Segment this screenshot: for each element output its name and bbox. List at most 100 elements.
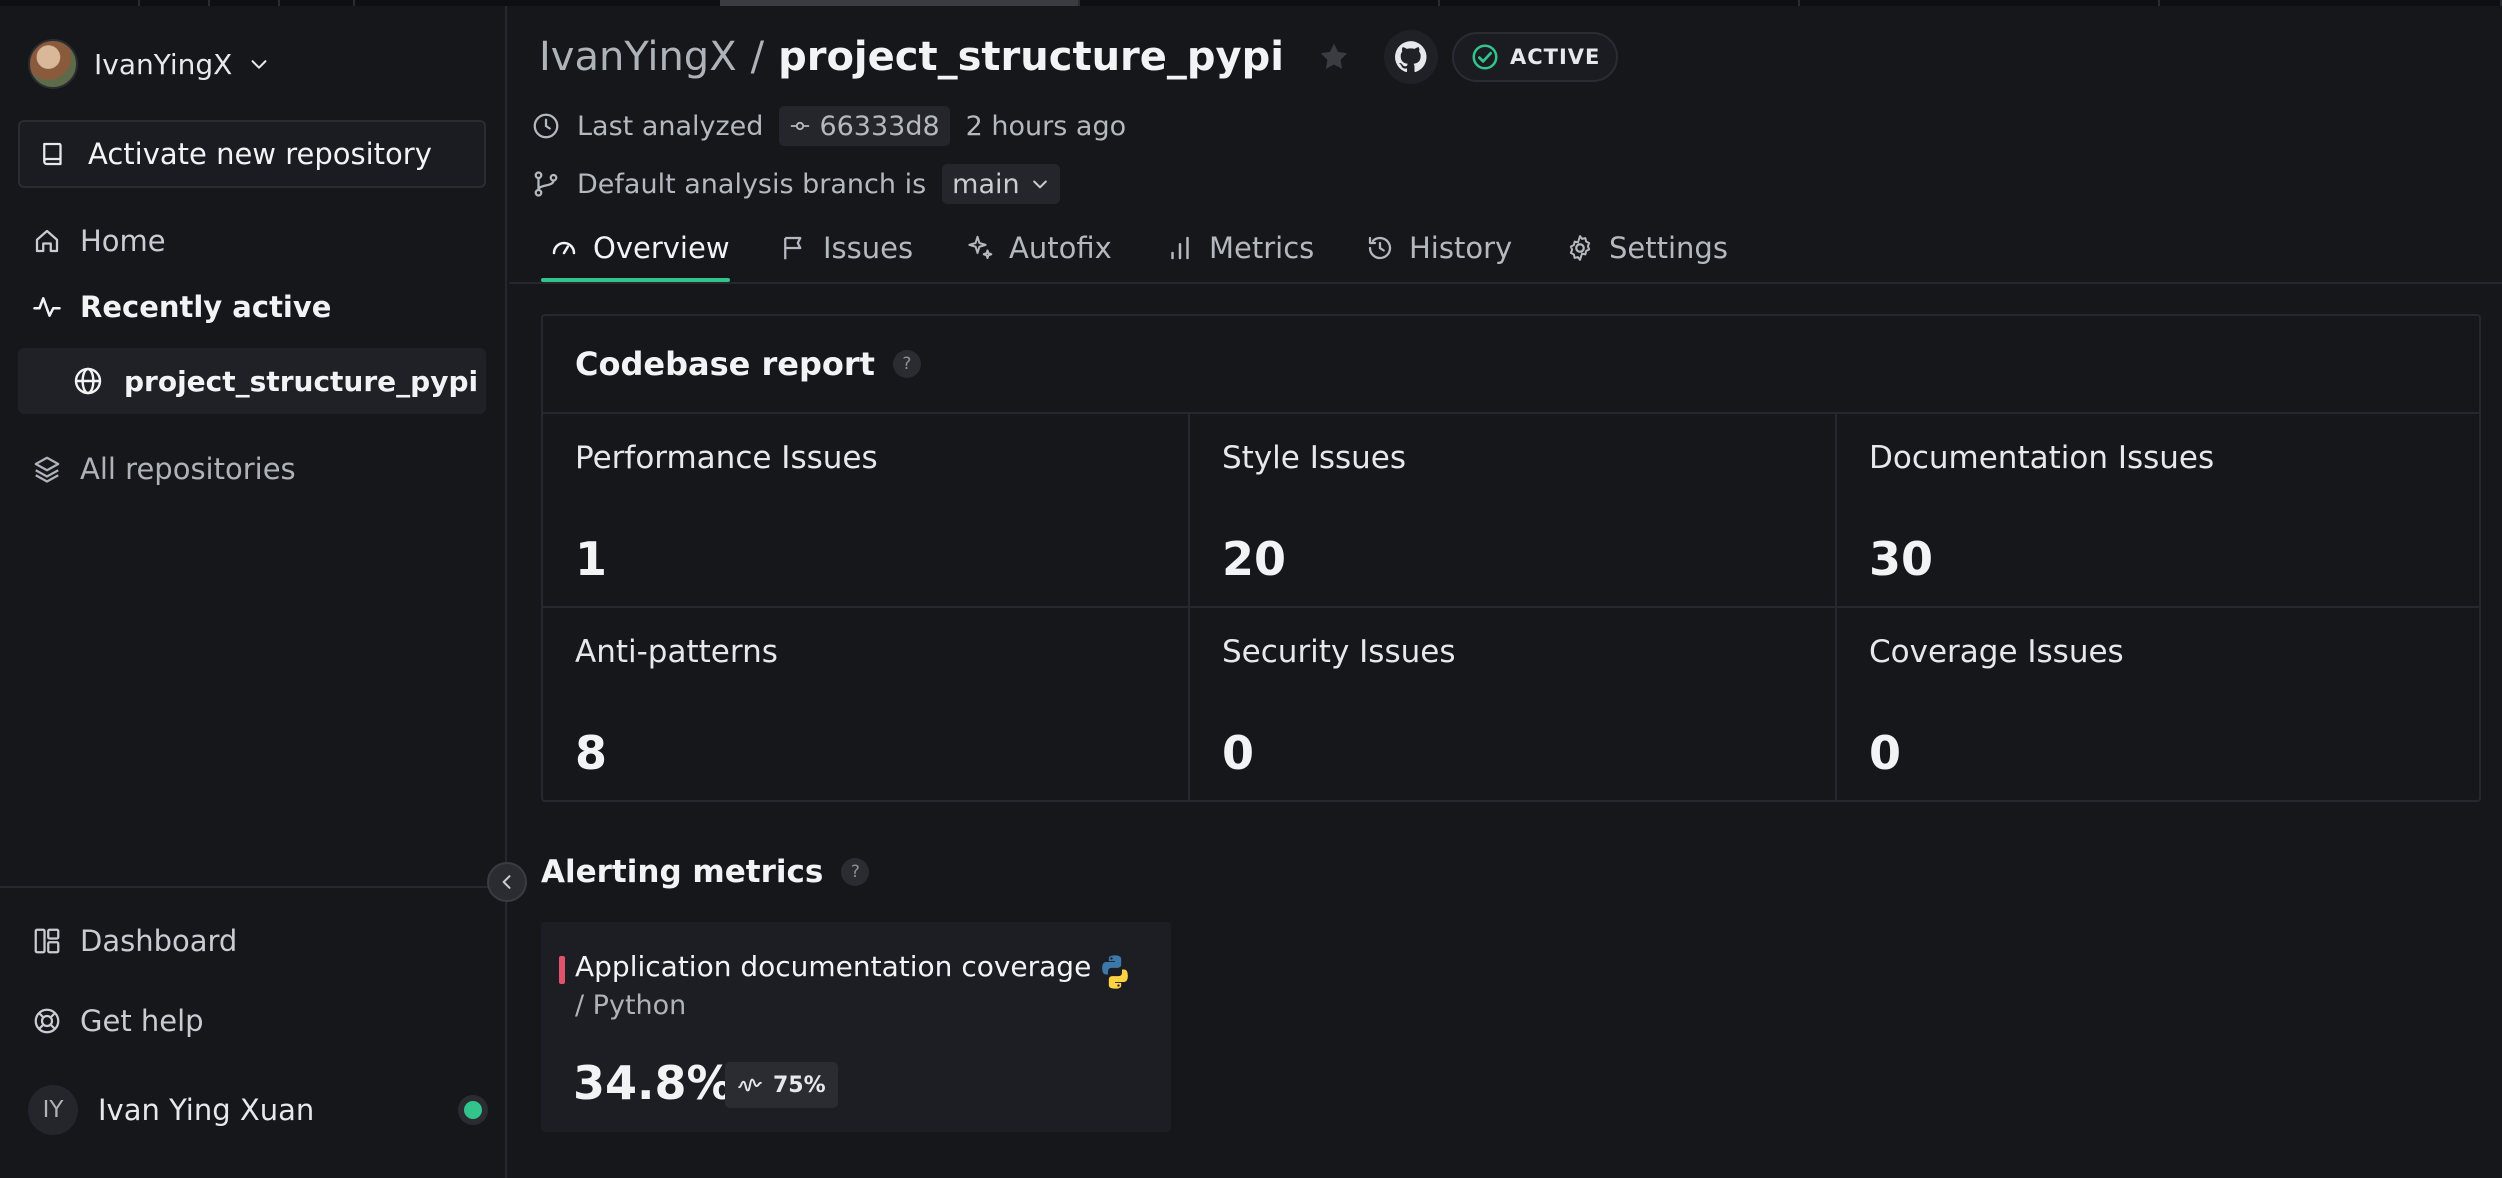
github-link-button[interactable] [1383, 30, 1438, 84]
trend-icon [738, 1078, 762, 1092]
account-name: IvanYingX [94, 47, 233, 81]
report-cell-performance[interactable]: Performance Issues 1 [543, 414, 1190, 608]
sidebar-item-get-help[interactable]: Get help [18, 990, 486, 1052]
globe-icon [74, 367, 102, 395]
recently-active-heading: Recently active [32, 290, 331, 324]
dashboard-icon [34, 928, 60, 954]
report-grid: Performance Issues 1 Style Issues 20 Doc… [543, 414, 2479, 800]
book-icon [43, 142, 62, 166]
tab-label: Overview [593, 231, 730, 265]
report-title: Codebase report [575, 345, 875, 383]
tab-issues[interactable]: Issues [779, 214, 913, 282]
tab-label: Issues [823, 231, 914, 265]
bar-chart-icon [1171, 236, 1189, 260]
report-header: Codebase report ? [543, 316, 2479, 414]
active-tab-indicator [541, 278, 730, 282]
user-name: Ivan Ying Xuan [98, 1093, 315, 1127]
git-branch-icon [534, 171, 558, 197]
threshold-badge: 75% [725, 1062, 838, 1108]
default-branch-row: Default analysis branch is main [531, 164, 1060, 204]
github-icon [1394, 41, 1427, 73]
sidebar-item-dashboard[interactable]: Dashboard [18, 910, 486, 972]
sidebar-item-all-repositories[interactable]: All repositories [18, 438, 486, 500]
help-icon[interactable]: ? [841, 858, 870, 886]
sidebar-item-home[interactable]: Home [18, 210, 486, 272]
status-badge-label: ACTIVE [1509, 45, 1601, 69]
tab-autofix[interactable]: Autofix [965, 214, 1112, 282]
cell-value: 0 [1222, 726, 1255, 780]
sidebar-divider [0, 886, 505, 888]
tab-label: Metrics [1209, 231, 1315, 265]
layers-icon [34, 456, 60, 483]
recent-repo-label: project_structure_pypi [124, 364, 479, 398]
chevron-down-icon [1032, 180, 1047, 189]
page-title: IvanYingX / project_structure_pypi ACTIV… [539, 30, 1619, 84]
activity-icon [33, 297, 61, 317]
commit-link[interactable]: 66333d8 [779, 106, 950, 146]
cell-label: Coverage Issues [1869, 634, 2124, 670]
cell-value: 20 [1222, 532, 1287, 586]
status-badge: ACTIVE [1451, 32, 1619, 82]
app-root: IvanYingX Activate new repository Home R… [0, 0, 2502, 1178]
alert-metric-card[interactable]: Application documentation coverage / Pyt… [541, 922, 1171, 1132]
python-icon [1102, 955, 1128, 989]
check-circle-icon [1472, 44, 1498, 70]
user-initials-avatar: IY [28, 1085, 78, 1135]
repo-owner-link[interactable]: IvanYingX [539, 34, 737, 80]
help-icon[interactable]: ? [892, 350, 921, 378]
repo-name: project_structure_pypi [778, 34, 1284, 80]
metric-name: Application documentation coverage [575, 950, 1092, 983]
report-cell-style[interactable]: Style Issues 20 [1190, 414, 1837, 608]
cell-value: 0 [1869, 726, 1902, 780]
activate-repository-button[interactable]: Activate new repository [18, 120, 486, 188]
sparkles-icon [968, 235, 993, 259]
chevron-left-icon [502, 875, 511, 889]
flag-icon [784, 236, 802, 260]
last-analyzed-row: Last analyzed 66333d8 2 hours ago [531, 106, 1126, 146]
clock-icon [533, 113, 559, 139]
alert-severity-bar [559, 956, 565, 984]
avatar [28, 39, 78, 89]
cell-label: Anti-patterns [575, 634, 778, 670]
tab-metrics[interactable]: Metrics [1165, 214, 1314, 282]
recently-active-label: Recently active [80, 290, 332, 324]
metric-value: 34.8% [573, 1056, 733, 1110]
sidebar-item-recent-repo[interactable]: project_structure_pypi [18, 348, 486, 414]
cell-label: Security Issues [1222, 634, 1456, 670]
cell-label: Documentation Issues [1869, 440, 2215, 476]
cell-value: 8 [575, 726, 608, 780]
tab-settings[interactable]: Settings [1565, 214, 1728, 282]
sidebar-item-label: Dashboard [80, 924, 238, 958]
report-cell-security[interactable]: Security Issues 0 [1190, 608, 1837, 800]
cell-label: Style Issues [1222, 440, 1407, 476]
metric-language: / Python [575, 990, 687, 1021]
threshold-value: 75% [773, 1072, 826, 1098]
title-separator: / [750, 34, 765, 80]
tab-overview[interactable]: Overview [549, 214, 730, 282]
tab-history[interactable]: History [1365, 214, 1512, 282]
branch-selector[interactable]: main [942, 164, 1060, 204]
star-icon[interactable] [1316, 39, 1352, 75]
report-cell-documentation[interactable]: Documentation Issues 30 [1837, 414, 2479, 608]
sidebar-item-label: Get help [80, 1004, 204, 1038]
collapse-sidebar-button[interactable] [487, 862, 527, 902]
home-icon [35, 229, 59, 253]
cell-value: 1 [575, 532, 608, 586]
tab-label: Autofix [1009, 231, 1112, 265]
codebase-report: Codebase report ? Performance Issues 1 S… [541, 314, 2481, 802]
online-status-indicator [458, 1095, 488, 1125]
history-icon [1368, 236, 1392, 260]
sidebar-item-label: Home [80, 224, 166, 258]
report-cell-anti-patterns[interactable]: Anti-patterns 8 [543, 608, 1190, 800]
account-switcher[interactable]: IvanYingX [28, 36, 270, 92]
branch-label: Default analysis branch is [577, 168, 927, 200]
lifebuoy-icon [34, 1008, 60, 1034]
cell-label: Performance Issues [575, 440, 878, 476]
user-menu[interactable]: IY Ivan Ying Xuan [28, 1080, 488, 1140]
cell-value: 30 [1869, 532, 1934, 586]
tab-label: Settings [1609, 231, 1728, 265]
alerting-metrics-heading: Alerting metrics ? [541, 854, 870, 890]
analyzed-time: 2 hours ago [965, 110, 1127, 142]
report-cell-coverage[interactable]: Coverage Issues 0 [1837, 608, 2479, 800]
main-content: IvanYingX / project_structure_pypi ACTIV… [509, 6, 2502, 1178]
